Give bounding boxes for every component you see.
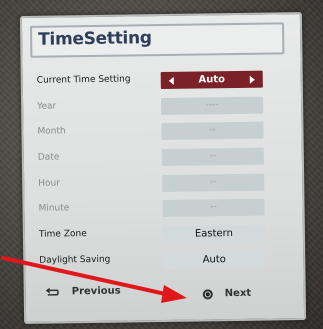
row-label: Daylight Saving (39, 254, 111, 266)
row-label: Hour (38, 178, 60, 189)
date-field: -- (161, 147, 264, 167)
next-label: Next (224, 287, 252, 300)
row-minute: Minute -- (36, 197, 292, 223)
row-time-zone[interactable]: Time Zone Eastern (37, 222, 293, 248)
time-setting-panel: TimeSetting Current Time Setting Auto Ye… (19, 12, 307, 324)
radio-dot-icon (202, 289, 213, 300)
title-bar: TimeSetting (30, 22, 285, 58)
month-field: -- (161, 121, 264, 141)
row-current-time-setting[interactable]: Current Time Setting Auto (35, 68, 291, 94)
row-daylight-saving[interactable]: Daylight Saving Auto (37, 248, 293, 274)
footer-nav: Previous Next (38, 282, 294, 312)
time-zone-field[interactable]: Eastern (162, 224, 266, 244)
row-label: Minute (38, 203, 70, 215)
settings-list: Current Time Setting Auto Year ---- Mont… (35, 68, 294, 277)
row-year: Year ---- (35, 94, 291, 120)
row-label: Time Zone (38, 229, 87, 240)
triangle-right-icon[interactable] (249, 75, 255, 84)
return-arrow-icon (45, 287, 59, 296)
previous-button[interactable]: Previous (38, 282, 294, 297)
selector-value: Auto (198, 74, 226, 86)
row-label: Current Time Setting (36, 74, 131, 86)
previous-label: Previous (71, 285, 121, 298)
row-label: Month (37, 126, 66, 138)
row-date: Date -- (36, 145, 292, 171)
hour-field: -- (162, 173, 265, 192)
row-hour: Hour -- (36, 171, 292, 197)
year-field: ---- (161, 96, 264, 115)
triangle-left-icon[interactable] (168, 76, 174, 85)
row-label: Year (37, 101, 57, 112)
minute-field: -- (162, 199, 265, 218)
row-label: Date (37, 152, 60, 163)
row-month: Month -- (35, 120, 291, 146)
daylight-saving-field[interactable]: Auto (163, 250, 266, 269)
page-title: TimeSetting (38, 28, 152, 50)
current-time-setting-selector[interactable]: Auto (160, 70, 263, 90)
